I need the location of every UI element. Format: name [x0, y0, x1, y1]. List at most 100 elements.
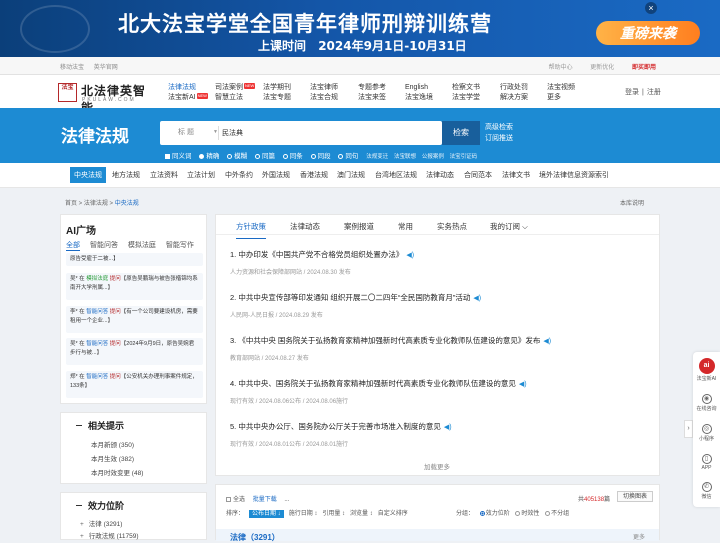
updates-link[interactable]: 更新优化 [590, 65, 614, 71]
banner-cta-button[interactable]: 重磅来袭 [596, 21, 700, 45]
ai-feed-item[interactable]: 郑* 在 智能问答 提问【公安机关办理刑事案件规定，133条】 [66, 371, 203, 398]
tab-treaties[interactable]: 中外条约 [225, 170, 253, 180]
sidebar-wechat[interactable]: ✆ 微信 [693, 482, 720, 500]
ai-tab-moot[interactable]: 模拟法庭 [128, 242, 156, 249]
ai-feed-item[interactable]: 吴* 在 智能问答 提问【2024年9月9日，原告吴婉君步行与被...】 [66, 338, 203, 365]
tab-taiwan[interactable]: 台湾地区法规 [375, 170, 417, 180]
ai-tab-qa[interactable]: 智能问答 [90, 242, 118, 249]
news-title[interactable]: 1. 中办印发《中国共产党不合格党员组织处置办法》 [230, 250, 403, 259]
speaker-icon[interactable]: ◀) [406, 252, 414, 259]
hints-title[interactable]: 相关提示 [76, 419, 124, 432]
batch-download-button[interactable]: 批量下载 [253, 497, 277, 503]
news-title[interactable]: 3. 《中共中央 国务院关于弘扬教育家精神加强新时代高素质专业化教师队伍建设的意… [230, 336, 540, 345]
law-group-title[interactable]: 法律（3291） [230, 532, 280, 543]
news-tab-hot-topics[interactable]: 实务热点 [437, 221, 467, 232]
link-association[interactable]: 法宝联想 [394, 154, 416, 160]
hint-new-this-month[interactable]: 本月新颁 (350) [91, 439, 134, 449]
sort-publish-date[interactable]: 公布日期 ↓ [249, 510, 284, 518]
nav-link-laws[interactable]: 法律法规 [168, 83, 208, 93]
library-help-link[interactable]: 本库说明 [620, 198, 644, 207]
exact-radio[interactable]: 精确 [199, 153, 219, 160]
nav-link-compliance[interactable]: 法宝合规 [310, 93, 338, 103]
same-article-radio[interactable]: 同条 [282, 153, 303, 160]
nav-link-academy[interactable]: 法宝学堂 [452, 93, 480, 103]
search-button[interactable]: 检索 [442, 121, 480, 145]
news-tab-policy[interactable]: 方针政策 [236, 221, 266, 239]
effect-law[interactable]: + 法律 (3291) [80, 518, 122, 528]
nav-link-penalties[interactable]: 行政处罚 [500, 83, 528, 93]
news-item[interactable]: 1. 中办印发《中国共产党不合格党员组织处置办法》 ◀) 人力资源和社会保障部网站… [230, 249, 650, 276]
plus-icon[interactable]: + [80, 533, 84, 540]
tab-macau[interactable]: 澳门法规 [337, 170, 365, 180]
sort-views[interactable]: 浏览量 ↕ [350, 511, 373, 517]
same-doc-radio[interactable]: 同篇 [254, 153, 275, 160]
ai-tab-all[interactable]: 全部 [66, 242, 80, 251]
news-tab-subscriptions[interactable]: 我的订阅 ⌵ [490, 221, 528, 232]
load-more-button[interactable]: 加载更多 [424, 461, 450, 471]
sort-effective-date[interactable]: 施行日期 ↕ [289, 511, 318, 517]
speaker-icon[interactable]: ◀) [444, 424, 452, 431]
speaker-icon[interactable]: ◀) [543, 338, 551, 345]
news-tab-dynamics[interactable]: 法律动态 [290, 221, 320, 232]
speaker-icon[interactable]: ◀) [473, 295, 481, 302]
sidebar-consult[interactable]: ◉ 在线咨询 [693, 394, 720, 412]
effect-title[interactable]: 效力位阶 [76, 499, 124, 512]
nav-link-journals[interactable]: 法学期刊 [263, 83, 291, 93]
sidebar-toggle-arrow[interactable]: › [684, 420, 693, 438]
group-none-radio[interactable]: 不分组 [541, 511, 569, 517]
link-citation-code[interactable]: 法宝引证码 [450, 154, 478, 160]
nav-link-smart-legislation[interactable]: 智慧立法 [215, 93, 255, 103]
news-tab-common[interactable]: 常用 [398, 221, 413, 232]
subscribe-link[interactable]: 订阅推送 [485, 133, 513, 144]
register-link[interactable]: 注册 [647, 89, 661, 96]
plus-icon[interactable]: + [80, 521, 84, 528]
tab-law-news[interactable]: 法律动态 [426, 170, 454, 180]
breadcrumb-laws[interactable]: 法律法规 [84, 201, 108, 207]
speaker-icon[interactable]: ◀) [519, 381, 527, 388]
ai-feed-item[interactable]: 原告受雇于二被...】 [66, 253, 203, 266]
select-all-checkbox[interactable]: 全选 [226, 497, 245, 503]
sidebar-app[interactable]: ▯ APP [693, 454, 720, 471]
tab-contract-templates[interactable]: 合同范本 [464, 170, 492, 180]
nav-link-topics[interactable]: 法宝专题 [263, 93, 291, 103]
effect-admin-regulations[interactable]: + 行政法规 (11759) [80, 530, 139, 540]
link-regulation-changes[interactable]: 法规变迁 [366, 154, 388, 160]
news-title[interactable]: 2. 中共中央宣传部等印发通知 组织开展二〇二四年“全民国防教育月”活动 [230, 293, 470, 302]
group-validity-radio[interactable]: 时效性 [511, 511, 539, 517]
advanced-search-link[interactable]: 高级检索 [485, 122, 513, 133]
nav-link-lawyers[interactable]: 法宝律师 [310, 83, 338, 93]
news-title[interactable]: 4. 中共中央、国务院关于弘扬教育家精神加强新时代高素质专业化教师队伍建设的意见 [230, 379, 516, 388]
nav-link-ai[interactable]: 法宝新AI [168, 94, 196, 101]
same-sentence-radio[interactable]: 同句 [338, 153, 358, 160]
news-tab-case-reports[interactable]: 案例报道 [344, 221, 374, 232]
breadcrumb-current[interactable]: 中央法规 [115, 201, 139, 207]
sort-custom[interactable]: 自定义排序 [378, 511, 408, 517]
tab-hongkong[interactable]: 香港法规 [300, 170, 328, 180]
same-paragraph-radio[interactable]: 同段 [310, 153, 331, 160]
buy-link[interactable]: 即买即用 [632, 65, 656, 71]
news-item[interactable]: 4. 中共中央、国务院关于弘扬教育家精神加强新时代高素质专业化教师队伍建设的意见… [230, 378, 650, 405]
login-link[interactable]: 登录 [625, 89, 639, 96]
nav-link-references[interactable]: 专题参考 [358, 83, 386, 93]
nav-link-english[interactable]: English [405, 83, 433, 93]
breadcrumb-home[interactable]: 首页 [65, 201, 77, 207]
official-site-link[interactable]: 英华官网 [94, 65, 118, 71]
tab-legislative-plans[interactable]: 立法计划 [187, 170, 215, 180]
fuzzy-radio[interactable]: 模糊 [227, 153, 247, 160]
mobile-link[interactable]: 移动法宝 [60, 65, 84, 71]
link-gazette-cases[interactable]: 公报案例 [422, 154, 444, 160]
nav-link-solutions[interactable]: 解决方案 [500, 93, 528, 103]
news-title[interactable]: 5. 中共中央办公厅、国务院办公厅关于完善市场准入制度的意见 [230, 422, 441, 431]
nav-link-video[interactable]: 法宝视频 [547, 83, 575, 93]
nav-link-sign[interactable]: 法宝来签 [358, 93, 386, 103]
tab-legislative-materials[interactable]: 立法资料 [150, 170, 178, 180]
switch-chart-button[interactable]: 切换图表 [617, 491, 653, 502]
promo-banner[interactable]: 北大法宝学堂全国青年律师刑辩训练营 上课时间 2024年9月1日-10月31日 … [0, 0, 720, 57]
news-item[interactable]: 5. 中共中央办公厅、国务院办公厅关于完善市场准入制度的意见 ◀) 现行有效 / … [230, 421, 650, 448]
site-logo[interactable]: 法宝 北法律英智能 PKULAW.COM [58, 81, 158, 115]
tab-central[interactable]: 中央法规 [70, 167, 106, 183]
news-item[interactable]: 3. 《中共中央 国务院关于弘扬教育家精神加强新时代高素质专业化教师队伍建设的意… [230, 335, 650, 362]
help-center-link[interactable]: 帮助中心 [549, 65, 573, 71]
tab-local[interactable]: 地方法规 [112, 170, 140, 180]
group-effect-level-radio[interactable]: 效力位阶 [476, 511, 510, 517]
